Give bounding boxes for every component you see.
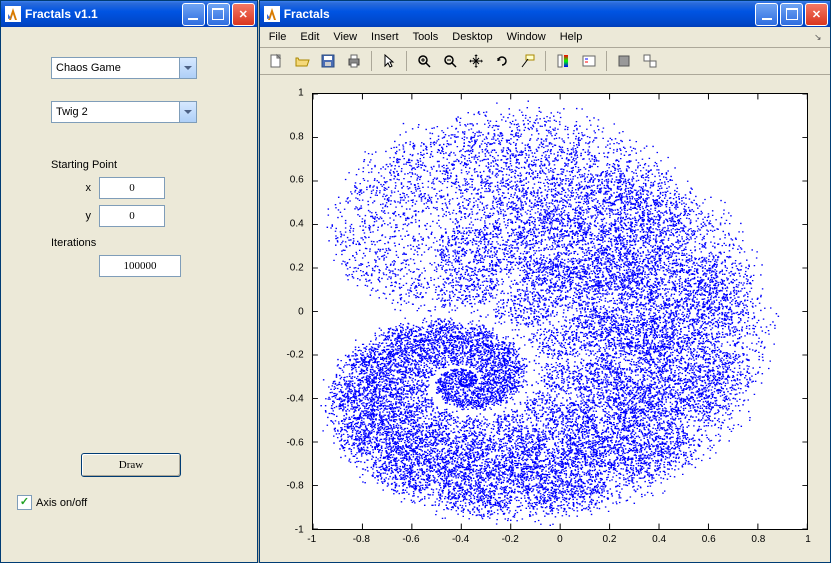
titlebar-left[interactable]: Fractals v1.1 ✕ (1, 1, 257, 27)
x-tick-label: -0.8 (353, 534, 370, 545)
x-label: x (21, 182, 99, 194)
minimize-button[interactable] (755, 3, 778, 26)
menu-window[interactable]: Window (500, 29, 553, 45)
starting-point-label: Starting Point (51, 159, 237, 171)
fractal-plot (313, 94, 807, 529)
datacursor-icon[interactable] (516, 49, 540, 73)
pointer-icon[interactable] (377, 49, 401, 73)
preset-dropdown[interactable]: Twig 2 (51, 101, 197, 123)
x-tick-label: -0.4 (452, 534, 469, 545)
save-icon[interactable] (316, 49, 340, 73)
y-tick-label: 1 (298, 88, 304, 99)
x-tick-label: 0.8 (751, 534, 765, 545)
x-tick-label: -1 (307, 534, 316, 545)
show-plot-tools-icon[interactable] (638, 49, 662, 73)
y-input[interactable] (99, 205, 165, 227)
x-tick-label: -0.2 (502, 534, 519, 545)
maximize-button[interactable] (207, 3, 230, 26)
y-label: y (21, 210, 99, 222)
menu-edit[interactable]: Edit (293, 29, 326, 45)
menu-view[interactable]: View (326, 29, 364, 45)
x-axis-ticks: -1-0.8-0.6-0.4-0.200.20.40.60.81 (312, 534, 808, 550)
pan-icon[interactable] (464, 49, 488, 73)
x-tick-label: -0.6 (402, 534, 419, 545)
colorbar-icon[interactable] (551, 49, 575, 73)
y-tick-label: -0.2 (286, 350, 303, 361)
matlab-icon (264, 6, 280, 22)
menu-help[interactable]: Help (553, 29, 590, 45)
print-icon[interactable] (342, 49, 366, 73)
control-panel: Chaos Game Twig 2 Starting Point x y Ite… (1, 27, 257, 562)
maximize-button[interactable] (780, 3, 803, 26)
chevron-down-icon (179, 102, 196, 122)
x-input[interactable] (99, 177, 165, 199)
minimize-button[interactable] (182, 3, 205, 26)
axis-checkbox[interactable]: ✓ (17, 495, 32, 510)
method-dropdown[interactable]: Chaos Game (51, 57, 197, 79)
menu-tools[interactable]: Tools (406, 29, 446, 45)
x-tick-label: 0 (557, 534, 563, 545)
y-tick-label: -0.6 (286, 437, 303, 448)
titlebar-right[interactable]: Fractals ✕ (260, 1, 830, 27)
iterations-label: Iterations (51, 237, 237, 249)
x-tick-label: 1 (805, 534, 811, 545)
y-axis-ticks: -1-0.8-0.6-0.4-0.200.20.40.60.81 (268, 93, 308, 530)
zoom-in-icon[interactable] (412, 49, 436, 73)
zoom-out-icon[interactable] (438, 49, 462, 73)
y-tick-label: -0.8 (286, 481, 303, 492)
iterations-input[interactable] (99, 255, 181, 277)
hide-plot-tools-icon[interactable] (612, 49, 636, 73)
y-tick-label: -1 (295, 525, 304, 536)
y-tick-label: 0 (298, 306, 304, 317)
menu-file[interactable]: File (262, 29, 294, 45)
y-tick-label: 0.2 (290, 262, 304, 273)
x-tick-label: 0.4 (652, 534, 666, 545)
toolbar (260, 48, 830, 75)
matlab-icon (5, 6, 21, 22)
menu-insert[interactable]: Insert (364, 29, 406, 45)
y-tick-label: 0.8 (290, 131, 304, 142)
menubar: File Edit View Insert Tools Desktop Wind… (260, 27, 830, 48)
figure-window: Fractals ✕ File Edit View Insert Tools D… (259, 0, 831, 563)
preset-dropdown-value: Twig 2 (56, 106, 88, 118)
y-tick-label: 0.4 (290, 219, 304, 230)
x-tick-label: 0.2 (603, 534, 617, 545)
plot-canvas[interactable] (312, 93, 808, 530)
close-button[interactable]: ✕ (805, 3, 828, 26)
close-button[interactable]: ✕ (232, 3, 255, 26)
y-tick-label: 0.6 (290, 175, 304, 186)
open-icon[interactable] (290, 49, 314, 73)
control-window: Fractals v1.1 ✕ Chaos Game Twig 2 Starti… (0, 0, 258, 563)
new-icon[interactable] (264, 49, 288, 73)
legend-icon[interactable] (577, 49, 601, 73)
method-dropdown-value: Chaos Game (56, 62, 121, 74)
undock-icon[interactable]: ↘ (814, 32, 828, 43)
plot-panel: -1 -0.8 -0.6 -0.4 -0.2 0 0.2 0.4 0.6 0.8 1 -1 -0.8 -… (260, 75, 830, 562)
draw-button[interactable]: Draw (81, 453, 181, 477)
menu-desktop[interactable]: Desktop (445, 29, 499, 45)
chevron-down-icon (179, 58, 196, 78)
axis-checkbox-label: Axis on/off (36, 497, 87, 509)
window-title-left: Fractals v1.1 (25, 7, 182, 21)
window-title-right: Fractals (284, 7, 755, 21)
x-tick-label: 0.6 (702, 534, 716, 545)
rotate-icon[interactable] (490, 49, 514, 73)
y-tick-label: -0.4 (286, 393, 303, 404)
